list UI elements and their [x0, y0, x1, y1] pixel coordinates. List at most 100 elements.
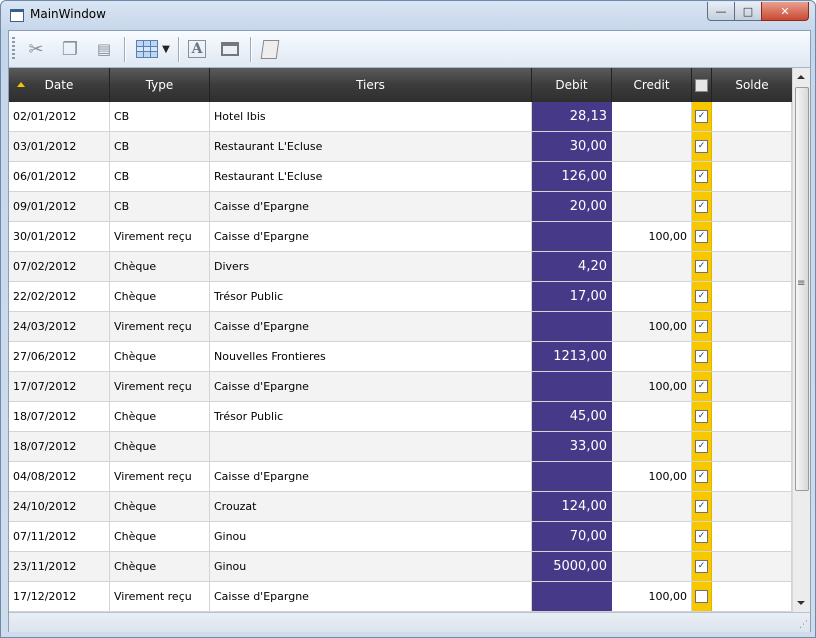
cell-solde[interactable] [712, 402, 792, 431]
cell-credit[interactable] [612, 522, 692, 551]
cell-debit[interactable]: 70,00 [532, 522, 612, 551]
copy-button[interactable]: ❐ [57, 36, 83, 62]
column-header-tiers[interactable]: Tiers [210, 68, 532, 102]
cell-type[interactable]: Chèque [110, 522, 210, 551]
cell-date[interactable]: 09/01/2012 [9, 192, 110, 221]
row-checkbox[interactable]: ✓ [695, 200, 708, 213]
cell-tiers[interactable]: Hotel Ibis [210, 102, 532, 131]
cell-type[interactable]: Virement reçu [110, 222, 210, 251]
cell-solde[interactable] [712, 492, 792, 521]
cell-debit[interactable]: 1213,00 [532, 342, 612, 371]
vertical-scrollbar[interactable] [792, 68, 810, 612]
cell-tiers[interactable]: Crouzat [210, 492, 532, 521]
cell-credit[interactable] [612, 342, 692, 371]
cell-debit[interactable]: 5000,00 [532, 552, 612, 581]
cell-date[interactable]: 27/06/2012 [9, 342, 110, 371]
cell-type[interactable]: CB [110, 162, 210, 191]
cell-solde[interactable] [712, 462, 792, 491]
row-check-cell[interactable]: ✓ [692, 342, 712, 371]
cell-credit[interactable] [612, 492, 692, 521]
cell-tiers[interactable]: Ginou [210, 552, 532, 581]
maximize-button[interactable]: □ [734, 2, 762, 21]
row-checkbox[interactable]: ✓ [695, 560, 708, 573]
scroll-down-icon[interactable] [797, 601, 805, 605]
cell-debit[interactable] [532, 312, 612, 341]
cell-type[interactable]: CB [110, 192, 210, 221]
row-checkbox[interactable]: ✓ [695, 440, 708, 453]
row-check-cell[interactable]: ✓ [692, 282, 712, 311]
cell-tiers[interactable] [210, 432, 532, 461]
cell-tiers[interactable]: Caisse d'Epargne [210, 372, 532, 401]
cell-date[interactable]: 04/08/2012 [9, 462, 110, 491]
cell-credit[interactable] [612, 282, 692, 311]
cell-date[interactable]: 18/07/2012 [9, 402, 110, 431]
font-button[interactable]: A [184, 36, 210, 62]
cell-date[interactable]: 06/01/2012 [9, 162, 110, 191]
title-bar[interactable]: MainWindow — □ ✕ [1, 1, 815, 30]
cell-debit[interactable]: 124,00 [532, 492, 612, 521]
cell-tiers[interactable]: Ginou [210, 522, 532, 551]
table-row[interactable]: 07/11/2012 Chèque Ginou 70,00 ✓ [9, 522, 792, 552]
cell-solde[interactable] [712, 222, 792, 251]
row-check-cell[interactable]: ✓ [692, 402, 712, 431]
table-row[interactable]: 17/12/2012 Virement reçu Caisse d'Epargne 1… [9, 582, 792, 612]
resize-grip-icon[interactable]: ⋰ [799, 620, 808, 630]
table-row[interactable]: 24/03/2012 Virement reçu Caisse d'Epargne 1… [9, 312, 792, 342]
row-check-cell[interactable]: ✓ [692, 102, 712, 131]
cell-type[interactable]: CB [110, 102, 210, 131]
cell-solde[interactable] [712, 252, 792, 281]
row-check-cell[interactable]: ✓ [692, 132, 712, 161]
cell-credit[interactable]: 100,00 [612, 372, 692, 401]
cell-date[interactable]: 18/07/2012 [9, 432, 110, 461]
cell-credit[interactable] [612, 192, 692, 221]
row-check-cell[interactable] [692, 582, 712, 611]
row-check-cell[interactable]: ✓ [692, 252, 712, 281]
row-check-cell[interactable]: ✓ [692, 432, 712, 461]
row-check-cell[interactable]: ✓ [692, 162, 712, 191]
table-row[interactable]: 04/08/2012 Virement reçu Caisse d'Epargne 1… [9, 462, 792, 492]
cell-date[interactable]: 02/01/2012 [9, 102, 110, 131]
table-row[interactable]: 17/07/2012 Virement reçu Caisse d'Epargne 1… [9, 372, 792, 402]
scroll-up-icon[interactable] [797, 75, 805, 79]
cell-date[interactable]: 03/01/2012 [9, 132, 110, 161]
row-check-cell[interactable]: ✓ [692, 462, 712, 491]
cell-tiers[interactable]: Nouvelles Frontieres [210, 342, 532, 371]
cell-debit[interactable]: 17,00 [532, 282, 612, 311]
cell-tiers[interactable]: Caisse d'Epargne [210, 312, 532, 341]
cell-type[interactable]: Chèque [110, 252, 210, 281]
cell-type[interactable]: Chèque [110, 552, 210, 581]
table-row[interactable]: 06/01/2012 CB Restaurant L'Ecluse 126,00 ✓ [9, 162, 792, 192]
cell-tiers[interactable]: Restaurant L'Ecluse [210, 162, 532, 191]
cell-credit[interactable]: 100,00 [612, 582, 692, 611]
row-check-cell[interactable]: ✓ [692, 222, 712, 251]
cell-date[interactable]: 24/10/2012 [9, 492, 110, 521]
cell-debit[interactable]: 30,00 [532, 132, 612, 161]
cell-solde[interactable] [712, 432, 792, 461]
cell-credit[interactable] [612, 432, 692, 461]
cell-solde[interactable] [712, 552, 792, 581]
cell-solde[interactable] [712, 372, 792, 401]
cell-type[interactable]: Chèque [110, 402, 210, 431]
table-row[interactable]: 22/02/2012 Chèque Trésor Public 17,00 ✓ [9, 282, 792, 312]
row-checkbox[interactable]: ✓ [695, 230, 708, 243]
cell-solde[interactable] [712, 192, 792, 221]
minimize-button[interactable]: — [707, 2, 735, 21]
column-header-type[interactable]: Type [110, 68, 210, 102]
cell-debit[interactable] [532, 582, 612, 611]
cell-credit[interactable] [612, 132, 692, 161]
toolbar-grip[interactable] [12, 37, 15, 61]
column-header-check[interactable] [692, 68, 712, 102]
cell-solde[interactable] [712, 162, 792, 191]
table-row[interactable]: 18/07/2012 Chèque Trésor Public 45,00 ✓ [9, 402, 792, 432]
cell-debit[interactable]: 45,00 [532, 402, 612, 431]
cell-credit[interactable] [612, 102, 692, 131]
cell-solde[interactable] [712, 282, 792, 311]
cell-debit[interactable]: 126,00 [532, 162, 612, 191]
cell-date[interactable]: 22/02/2012 [9, 282, 110, 311]
table-row[interactable]: 27/06/2012 Chèque Nouvelles Frontieres 1213… [9, 342, 792, 372]
cell-type[interactable]: Virement reçu [110, 582, 210, 611]
print-button[interactable] [257, 36, 283, 62]
row-checkbox[interactable]: ✓ [695, 380, 708, 393]
cell-date[interactable]: 30/01/2012 [9, 222, 110, 251]
table-row[interactable]: 07/02/2012 Chèque Divers 4,20 ✓ [9, 252, 792, 282]
